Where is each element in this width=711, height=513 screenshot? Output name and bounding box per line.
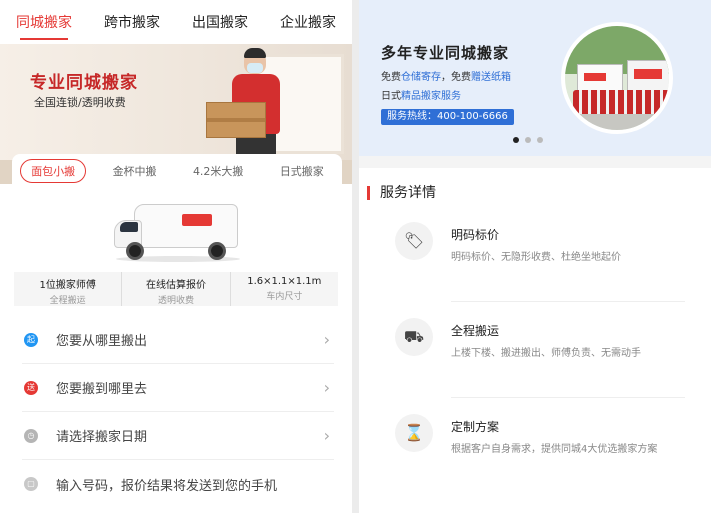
tab-local-moving[interactable]: 同城搬家	[12, 6, 76, 40]
moving-date-field: 请选择搬家日期	[56, 430, 148, 445]
promo-banner[interactable]: 多年专业同城搬家 免费仓储寄存，免费赠送纸箱 日式精品搬家服务 服务热线：400…	[359, 0, 711, 156]
service-title: 定制方案	[451, 420, 500, 434]
carousel-dot[interactable]	[525, 137, 531, 143]
tab-corporate-moving[interactable]: 企业搬家	[276, 6, 340, 38]
service-title: 明码标价	[451, 228, 500, 242]
hero-title: 专业同城搬家	[30, 73, 138, 93]
vehicle-tab-medium-van[interactable]: 金杯中搬	[103, 160, 167, 182]
clock-icon: ◷	[24, 428, 38, 443]
moving-date-row[interactable]: ◷ 请选择搬家日期 ›	[22, 412, 334, 460]
service-item: ⌛ 定制方案 根据客户自身需求，提供同城4大优选搬家方案	[395, 414, 685, 504]
crew-illustration	[573, 90, 669, 114]
chevron-right-icon: ›	[323, 330, 330, 349]
pickup-badge-icon: 起	[24, 332, 38, 347]
truck-illustration	[627, 60, 669, 94]
dropoff-address-row[interactable]: 送 您要搬到哪里去 ›	[22, 364, 334, 412]
spec-cargo-size: 1.6×1.1×1.1m 车内尺寸	[247, 276, 322, 302]
top-nav-tabs: 同城搬家 跨市搬家 出国搬家 企业搬家	[0, 0, 352, 44]
hero-subtitle: 全国连锁/透明收费	[34, 96, 126, 109]
carousel-dot[interactable]	[513, 137, 519, 143]
service-description: 根据客户自身需求，提供同城4大优选搬家方案	[451, 444, 658, 455]
spec-movers: 1位搬家师傅 全程搬运	[14, 272, 123, 306]
hourglass-icon: ⌛	[395, 414, 433, 452]
dropoff-badge-icon: 送	[24, 380, 38, 395]
vehicle-tab-japanese-style[interactable]: 日式搬家	[270, 160, 334, 182]
phone-row[interactable]: ▢ 输入号码，报价结果将发送到您的手机	[22, 460, 334, 508]
banner-line-1: 免费仓储寄存，免费赠送纸箱	[381, 72, 511, 83]
phone-icon: ▢	[24, 477, 38, 491]
carousel-indicators	[513, 137, 543, 143]
phone-input[interactable]: 输入号码，报价结果将发送到您的手机	[56, 475, 277, 494]
van-image	[112, 196, 242, 266]
service-item: ⛟ 全程搬运 上楼下楼、搬进搬出、师傅负责、无需动手	[395, 318, 685, 398]
spec-quote: 在线估算报价 透明收费	[122, 272, 231, 306]
vehicle-tab-large-truck[interactable]: 4.2米大搬	[183, 160, 254, 182]
section-title: 服务详情	[367, 186, 436, 200]
vehicle-tab-small-van[interactable]: 面包小搬	[20, 159, 87, 183]
service-detail-screen: 多年专业同城搬家 免费仓储寄存，免费赠送纸箱 日式精品搬家服务 服务热线：400…	[359, 0, 711, 513]
moving-team-photo	[561, 22, 673, 134]
pickup-address-row[interactable]: 起 您要从哪里搬出 ›	[22, 316, 334, 364]
service-details-section: 服务详情 🏷 明码标价 明码标价、无隐形收费、杜绝坐地起价 ⛟ 全程搬运 上楼下…	[359, 168, 711, 513]
vehicle-type-tabs: 面包小搬 金杯中搬 4.2米大搬 日式搬家	[12, 154, 342, 188]
service-description: 上楼下楼、搬进搬出、师傅负责、无需动手	[451, 348, 641, 359]
tab-overseas-moving[interactable]: 出国搬家	[188, 6, 252, 38]
service-item: 🏷 明码标价 明码标价、无隐形收费、杜绝坐地起价	[395, 222, 685, 302]
tab-intercity-moving[interactable]: 跨市搬家	[100, 6, 164, 38]
cardboard-box-illustration	[206, 102, 266, 138]
handcart-icon: ⛟	[395, 318, 433, 356]
service-description: 明码标价、无隐形收费、杜绝坐地起价	[451, 252, 621, 263]
price-tag-icon: 🏷	[395, 222, 433, 260]
carousel-dot[interactable]	[537, 137, 543, 143]
company-logo-on-van	[182, 214, 212, 226]
chevron-right-icon: ›	[323, 378, 330, 397]
order-form: 起 您要从哪里搬出 › 送 您要搬到哪里去 › ◷ 请选择搬家日期 › ▢ 输入…	[22, 316, 334, 508]
pickup-address-field: 您要从哪里搬出	[56, 334, 148, 349]
service-hotline-button[interactable]: 服务热线：400-100-6666	[381, 109, 514, 125]
banner-title: 多年专业同城搬家	[381, 44, 510, 62]
chevron-right-icon: ›	[323, 426, 330, 445]
banner-line-2: 日式精品搬家服务	[381, 91, 461, 102]
dropoff-address-field: 您要搬到哪里去	[56, 382, 148, 397]
service-title: 全程搬运	[451, 324, 500, 338]
moving-home-screen: 同城搬家 跨市搬家 出国搬家 企业搬家 专业同城搬家 全国连锁/透明收费 面包小…	[0, 0, 352, 513]
vehicle-specs: 1位搬家师傅 全程搬运 在线估算报价 透明收费 1.6×1.1×1.1m 车内尺…	[14, 272, 338, 306]
